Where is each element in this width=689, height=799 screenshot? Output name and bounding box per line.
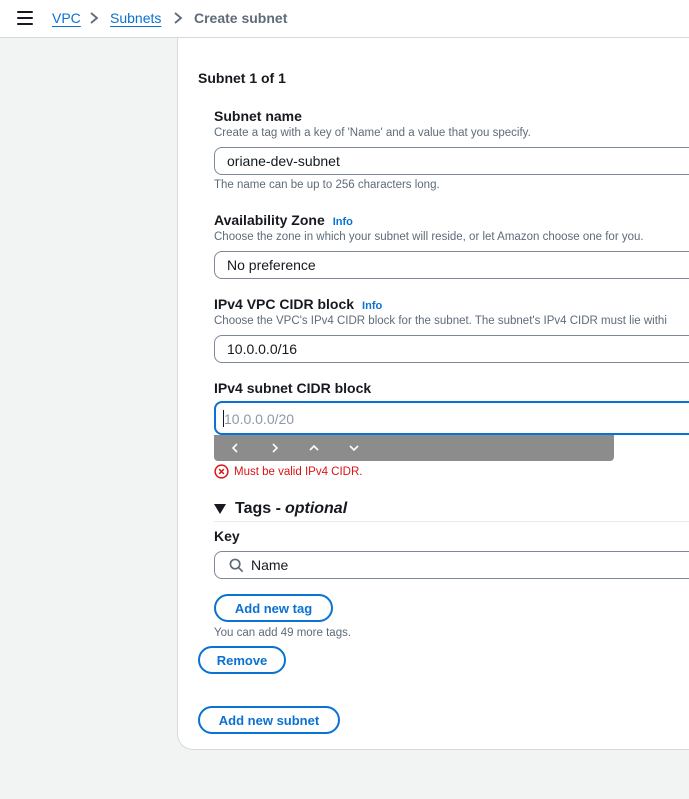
subnet-cidr-label: IPv4 subnet CIDR block — [214, 380, 372, 396]
breadcrumb-current: Create subnet — [194, 10, 288, 26]
tag-key-input[interactable]: Name — [214, 551, 689, 579]
chevron-right-icon — [90, 12, 99, 24]
chevron-right-icon — [174, 12, 183, 24]
subnet-cidr-input[interactable]: 10.0.0.0/20 — [214, 401, 689, 435]
add-new-tag-button[interactable]: Add new tag — [214, 594, 333, 622]
chevron-down-icon[interactable] — [347, 441, 361, 455]
tags-remaining-text: You can add 49 more tags. — [214, 627, 352, 639]
vpc-cidr-select[interactable]: 10.0.0.0/16 — [214, 335, 689, 363]
subnet-cidr-error-text: Must be valid IPv4 CIDR. — [234, 465, 363, 478]
subnet-name-input[interactable]: oriane-dev-subnet — [214, 147, 689, 175]
tags-title: Tags - — [235, 500, 281, 517]
vpc-cidr-info-link[interactable]: Info — [362, 300, 382, 312]
az-select[interactable]: No preference — [214, 251, 689, 279]
az-label-row: Availability Zone Info — [214, 212, 353, 228]
chevron-up-icon[interactable] — [307, 441, 321, 455]
cidr-stepper-toolbar — [214, 435, 614, 461]
breadcrumb-subnets[interactable]: Subnets — [110, 10, 161, 26]
vpc-cidr-description: Choose the VPC's IPv4 CIDR block for the… — [214, 315, 667, 327]
subnet-name-value: oriane-dev-subnet — [227, 153, 340, 169]
top-navigation-bar: VPC Subnets Create subnet — [0, 0, 689, 38]
vpc-cidr-label-row: IPv4 VPC CIDR block Info — [214, 296, 382, 312]
error-circle-icon — [214, 464, 229, 479]
search-icon — [229, 558, 244, 573]
breadcrumb-vpc[interactable]: VPC — [52, 10, 81, 26]
remove-subnet-button[interactable]: Remove — [198, 646, 286, 674]
az-description: Choose the zone in which your subnet wil… — [214, 231, 644, 243]
add-new-subnet-button[interactable]: Add new subnet — [198, 706, 340, 734]
hamburger-menu-icon[interactable] — [17, 11, 33, 25]
subnet-name-hint: The name can be up to 256 characters lon… — [214, 179, 440, 191]
tag-key-value: Name — [251, 557, 289, 573]
az-select-value: No preference — [227, 257, 316, 273]
triangle-down-icon — [214, 504, 226, 514]
subnet-name-label: Subnet name — [214, 108, 302, 124]
vpc-cidr-select-value: 10.0.0.0/16 — [227, 341, 298, 357]
chevron-left-icon[interactable] — [228, 441, 242, 455]
tags-optional: optional — [284, 500, 348, 517]
subnet-cidr-placeholder: 10.0.0.0/20 — [224, 411, 295, 427]
az-label: Availability Zone — [214, 212, 325, 228]
tag-key-label: Key — [214, 528, 240, 544]
az-info-link[interactable]: Info — [333, 216, 353, 228]
subnet-name-description: Create a tag with a key of 'Name' and a … — [214, 127, 531, 139]
subnet-cidr-error: Must be valid IPv4 CIDR. — [214, 464, 362, 479]
tags-divider — [214, 521, 689, 522]
vpc-cidr-label: IPv4 VPC CIDR block — [214, 296, 355, 312]
chevron-right-icon[interactable] — [268, 441, 282, 455]
tags-expander[interactable]: Tags - optional — [214, 500, 347, 518]
subnet-heading: Subnet 1 of 1 — [198, 70, 286, 86]
